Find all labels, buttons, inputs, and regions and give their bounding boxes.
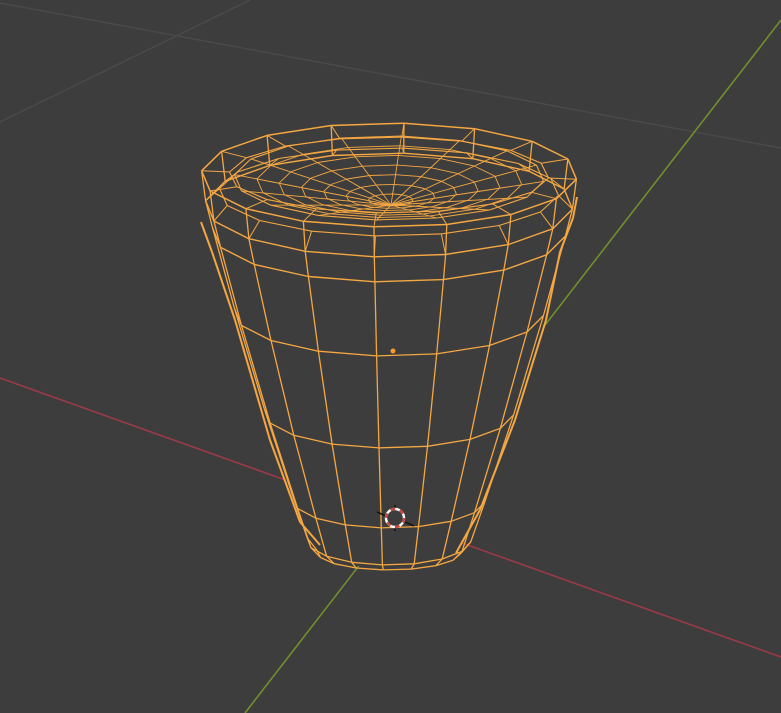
body-edge [373,256,376,282]
viewport-canvas[interactable] [0,0,781,713]
object-origin-icon [389,347,397,355]
top-face-edge [392,193,401,196]
body-edge [383,568,412,571]
body-edge [381,564,384,571]
3d-viewport[interactable] [0,0,781,713]
top-face-edge [376,183,395,186]
